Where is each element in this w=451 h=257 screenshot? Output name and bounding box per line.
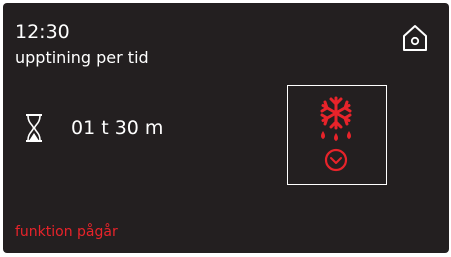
clock-time: 12:30 [15, 21, 70, 43]
timer-row: 01 t 30 m [25, 110, 163, 146]
defrost-snowflake-icon [320, 96, 352, 130]
home-icon [403, 25, 427, 51]
oven-display-screen: 12:30 upptining per tid 01 t 30 m funkti… [3, 3, 449, 253]
water-drops-icon [321, 131, 351, 141]
timer-duration: 01 t 30 m [71, 117, 164, 139]
status-text: funktion pågår [15, 224, 118, 240]
mode-label: upptining per tid [15, 48, 149, 67]
defrost-program-tile[interactable] [287, 85, 387, 185]
clock-icon [324, 148, 348, 172]
home-button[interactable] [401, 23, 429, 53]
hourglass-icon [25, 113, 43, 143]
